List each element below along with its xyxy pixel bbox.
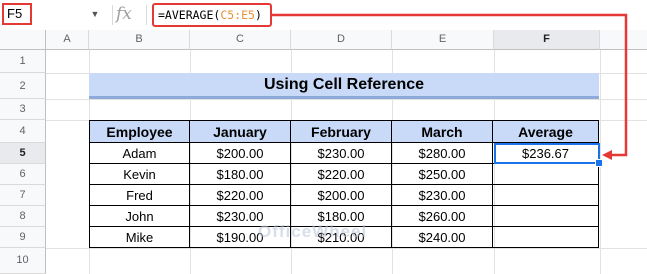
gridline bbox=[46, 248, 647, 249]
cell-average[interactable] bbox=[492, 163, 599, 185]
cell-march[interactable]: $280.00 bbox=[391, 142, 493, 164]
sheet-title[interactable]: Using Cell Reference bbox=[89, 73, 599, 99]
row-header-4[interactable]: 4 bbox=[0, 120, 46, 143]
cell-employee[interactable]: Kevin bbox=[89, 163, 190, 185]
formula-bar-divider bbox=[146, 5, 147, 25]
column-header-e[interactable]: E bbox=[392, 30, 494, 50]
cell-january[interactable]: $180.00 bbox=[189, 163, 291, 185]
watermark-logo: OfficeWheel bbox=[258, 222, 368, 241]
cell-february[interactable]: $200.00 bbox=[290, 184, 392, 206]
cell-march[interactable]: $260.00 bbox=[391, 205, 493, 227]
fill-handle[interactable] bbox=[595, 159, 603, 167]
formula-suffix: ) bbox=[254, 8, 262, 22]
column-header-d[interactable]: D bbox=[291, 30, 392, 50]
cell-march[interactable]: $240.00 bbox=[391, 226, 493, 248]
formula-range-ref: C5:E5 bbox=[220, 8, 255, 22]
column-header-b[interactable]: B bbox=[89, 30, 190, 50]
annotation-arrow-head bbox=[602, 150, 612, 160]
cell-march[interactable]: $230.00 bbox=[391, 184, 493, 206]
gridline bbox=[46, 99, 647, 100]
select-all-corner[interactable] bbox=[0, 30, 46, 50]
row-header-2[interactable]: 2 bbox=[0, 73, 46, 99]
fx-icon: fx bbox=[116, 4, 132, 24]
header-average[interactable]: Average bbox=[492, 120, 599, 143]
row-header-8[interactable]: 8 bbox=[0, 206, 46, 227]
name-box-dropdown-icon[interactable]: ▼ bbox=[88, 7, 102, 21]
header-march[interactable]: March bbox=[391, 120, 493, 143]
cell-employee[interactable]: Adam bbox=[89, 142, 190, 164]
cell-employee[interactable]: Mike bbox=[89, 226, 190, 248]
column-header-f[interactable]: F bbox=[494, 30, 600, 50]
active-cell-selection[interactable] bbox=[494, 143, 600, 164]
cell-employee[interactable]: Fred bbox=[89, 184, 190, 206]
formula-input[interactable]: =AVERAGE(C5:E5) bbox=[152, 3, 272, 27]
column-header-g[interactable] bbox=[600, 30, 647, 50]
column-header-c[interactable]: C bbox=[190, 30, 291, 50]
table-row: Fred $220.00 $200.00 $230.00 bbox=[89, 184, 599, 206]
formula-prefix: =AVERAGE( bbox=[158, 8, 221, 22]
cell-march[interactable]: $250.00 bbox=[391, 163, 493, 185]
table-header-row: Employee January February March Average bbox=[89, 120, 599, 143]
cell-average[interactable] bbox=[492, 226, 599, 248]
row-header-3[interactable]: 3 bbox=[0, 99, 46, 120]
row-header-1[interactable]: 1 bbox=[0, 50, 46, 73]
cell-january[interactable]: $220.00 bbox=[189, 184, 291, 206]
row-header-10[interactable]: 10 bbox=[0, 248, 46, 274]
column-header-a[interactable]: A bbox=[46, 30, 89, 50]
name-box[interactable]: F5 bbox=[2, 3, 32, 25]
row-header-6[interactable]: 6 bbox=[0, 164, 46, 185]
cell-february[interactable]: $230.00 bbox=[290, 142, 392, 164]
row-header-9[interactable]: 9 bbox=[0, 227, 46, 248]
row-header-7[interactable]: 7 bbox=[0, 185, 46, 206]
table-row: Kevin $180.00 $220.00 $250.00 bbox=[89, 163, 599, 185]
header-january[interactable]: January bbox=[189, 120, 291, 143]
cell-average[interactable] bbox=[492, 184, 599, 206]
cell-february[interactable]: $220.00 bbox=[290, 163, 392, 185]
header-february[interactable]: February bbox=[290, 120, 392, 143]
header-employee[interactable]: Employee bbox=[89, 120, 190, 143]
cell-january[interactable]: $200.00 bbox=[189, 142, 291, 164]
row-header-5[interactable]: 5 bbox=[0, 143, 46, 164]
cell-average[interactable] bbox=[492, 205, 599, 227]
cell-employee[interactable]: John bbox=[89, 205, 190, 227]
